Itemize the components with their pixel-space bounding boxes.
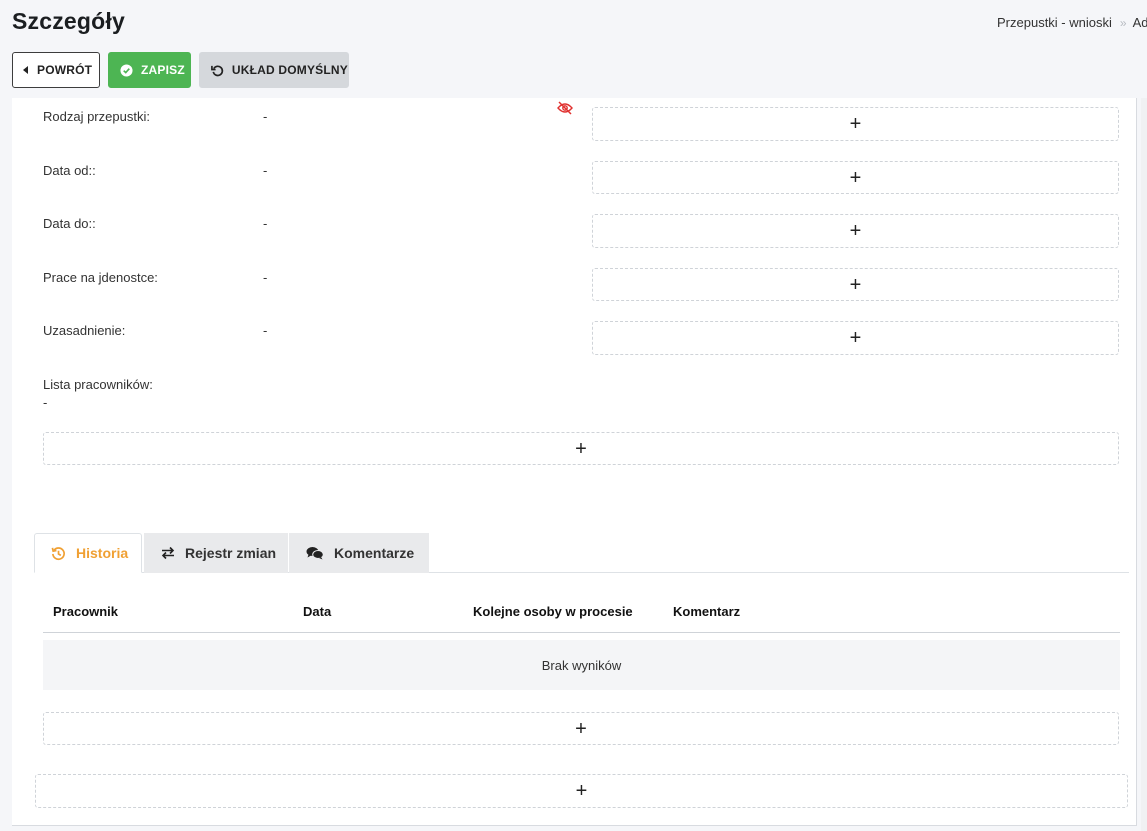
tab-rejestr-zmian[interactable]: Rejestr zmian [144, 533, 288, 573]
field-value-uzasadnienie: - [263, 323, 268, 338]
check-circle-icon [120, 63, 133, 77]
field-label-prace-na-jednostce: Prace na jdenostce: [43, 270, 158, 285]
history-icon [51, 546, 65, 560]
field-value-prace-na-jednostce: - [263, 270, 268, 285]
field-label-data-od: Data od:: [43, 163, 96, 178]
eye-slash-icon[interactable] [557, 101, 573, 115]
default-layout-button-label: UKŁAD DOMYŚLNY [231, 63, 348, 77]
field-label-data-do: Data do:: [43, 216, 96, 231]
tab-historia-label: Historia [76, 545, 129, 561]
add-widget-button[interactable]: + [592, 161, 1119, 194]
add-widget-button[interactable]: + [43, 712, 1119, 745]
field-value-rodzaj-przepustki: - [263, 109, 268, 124]
page-title: Szczegóły [12, 8, 126, 34]
add-widget-button[interactable]: + [592, 268, 1119, 301]
field-label-uzasadnienie: Uzasadnienie: [43, 323, 126, 338]
field-value-lista-pracownikow: - [43, 395, 48, 410]
add-widget-button[interactable]: + [592, 107, 1119, 141]
add-widget-button[interactable]: + [592, 214, 1119, 248]
tab-historia[interactable]: Historia [34, 533, 142, 573]
save-button[interactable]: ZAPISZ [108, 52, 191, 88]
back-button[interactable]: POWRÓT [12, 52, 100, 88]
tab-komentarze-label: Komentarze [334, 545, 415, 561]
save-button-label: ZAPISZ [141, 63, 185, 77]
back-button-label: POWRÓT [37, 63, 93, 77]
field-label-rodzaj-przepustki: Rodzaj przepustki: [43, 109, 150, 124]
swap-arrows-icon [161, 546, 175, 560]
table-header-divider [43, 632, 1120, 633]
add-widget-button[interactable]: + [43, 432, 1119, 465]
breadcrumb: Przepustki - wnioski » Ad [997, 15, 1147, 30]
add-section-button[interactable]: + [35, 774, 1128, 808]
breadcrumb-item-current[interactable]: Ad [1133, 15, 1147, 30]
tab-komentarze[interactable]: Komentarze [289, 533, 429, 573]
tab-rejestr-zmian-label: Rejestr zmian [185, 545, 277, 561]
comments-icon [306, 547, 324, 560]
column-header-data[interactable]: Data [303, 604, 331, 619]
field-value-data-od: - [263, 163, 268, 178]
empty-results-row: Brak wyników [43, 640, 1120, 690]
field-label-lista-pracownikow: Lista pracowników: [43, 377, 153, 392]
breadcrumb-separator-icon: » [1119, 16, 1127, 30]
default-layout-button[interactable]: UKŁAD DOMYŚLNY [199, 52, 349, 88]
scrollbar[interactable] [1141, 98, 1147, 831]
reset-icon [211, 64, 224, 76]
column-header-pracownik[interactable]: Pracownik [53, 604, 118, 619]
column-header-kolejne-osoby[interactable]: Kolejne osoby w procesie [473, 604, 633, 619]
caret-left-icon [23, 66, 28, 74]
breadcrumb-item-przepustki[interactable]: Przepustki - wnioski [997, 15, 1112, 30]
column-header-komentarz[interactable]: Komentarz [673, 604, 740, 619]
add-widget-button[interactable]: + [592, 321, 1119, 355]
field-value-data-do: - [263, 216, 268, 231]
